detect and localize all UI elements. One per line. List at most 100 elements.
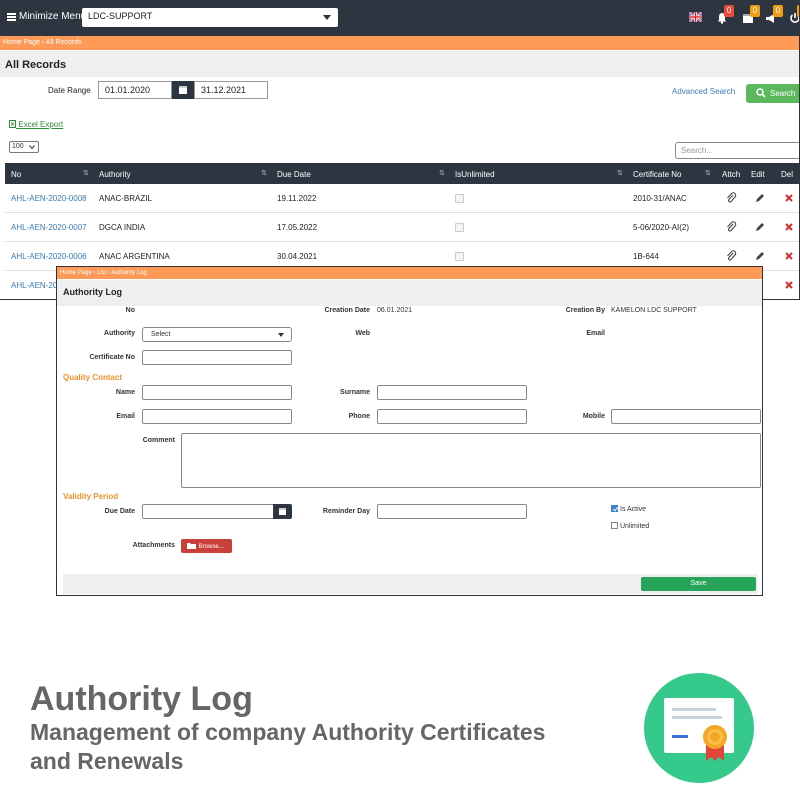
chevron-down-icon [29, 145, 35, 150]
pencil-icon[interactable] [754, 192, 766, 204]
sort-icon[interactable]: ⇅ [439, 169, 445, 177]
due-date-picker-button[interactable] [273, 504, 292, 519]
save-button[interactable]: Save [641, 577, 756, 591]
page-title: All Records [0, 51, 799, 77]
authority-select-value: Select [151, 331, 171, 338]
browse-button-label: Browse... [198, 544, 224, 550]
authority-cell: ANAC ARGENTINA [99, 252, 170, 261]
date-picker-button[interactable] [172, 81, 194, 99]
column-header-attachment: Attch [722, 170, 741, 179]
record-no-link[interactable]: AHL-AEN-20 [11, 281, 57, 290]
promo-title: Authority Log [30, 680, 253, 718]
delete-icon[interactable] [783, 250, 795, 262]
calendar-icon [179, 86, 187, 94]
paperclip-icon[interactable] [725, 250, 737, 262]
due-date-cell: 17.05.2022 [277, 223, 318, 232]
company-select[interactable]: LDC-SUPPORT [82, 8, 338, 27]
reminder-day-input[interactable] [377, 504, 527, 519]
promo-subtitle: Management of company Authority Certific… [30, 719, 546, 774]
records-window: Minimize Menu LDC-SUPPORT 0 0 0 Home Pag… [0, 0, 800, 300]
pencil-icon[interactable] [754, 250, 766, 262]
record-no-link[interactable]: AHL-AEN-2020-0008 [11, 194, 87, 203]
announcements-button[interactable]: 0 [765, 5, 783, 24]
is-active-label: Is Active [620, 506, 647, 513]
column-header-authority[interactable]: Authority [99, 170, 131, 179]
sort-icon[interactable]: ⇅ [83, 169, 89, 177]
email-top-label: Email [586, 330, 605, 337]
page-size-value: 100 [12, 143, 24, 150]
sort-icon[interactable]: ⇅ [705, 169, 711, 177]
email-label: Email [116, 413, 135, 420]
page-size-select[interactable]: 100 [9, 141, 39, 153]
certificate-no-label: Certificate No [89, 354, 135, 361]
table-row[interactable]: AHL-AEN-2020-0007 DGCA INDIA 17.05.2022 … [5, 213, 799, 242]
unlimited-checkbox[interactable]: Unlimited [611, 522, 649, 530]
phone-label: Phone [348, 413, 370, 420]
checkbox-checked-icon [611, 505, 618, 512]
comment-textarea[interactable] [181, 433, 761, 488]
column-header-due-date[interactable]: Due Date [277, 170, 311, 179]
email-input[interactable] [142, 409, 292, 424]
date-to-input[interactable]: 31.12.2021 [194, 81, 268, 99]
column-header-no[interactable]: No [11, 170, 21, 179]
search-icon [756, 88, 766, 98]
top-navbar: Minimize Menu LDC-SUPPORT 0 0 0 [0, 0, 799, 36]
search-button[interactable]: Search [746, 84, 799, 103]
table-header: No ⇅ Authority ⇅ Due Date ⇅ IsUnlimited … [5, 163, 799, 184]
sort-icon[interactable]: ⇅ [261, 169, 267, 177]
record-no-link[interactable]: AHL-AEN-2020-0006 [11, 252, 87, 261]
sort-icon[interactable]: ⇅ [617, 169, 623, 177]
power-button[interactable]: 0 [789, 5, 799, 24]
mobile-label: Mobile [582, 413, 605, 420]
authority-log-window: Home Page › List › Authority Log Authori… [56, 266, 763, 596]
column-header-certificate-no[interactable]: Certificate No [633, 170, 681, 179]
uk-flag-icon[interactable] [689, 12, 702, 22]
company-select-value: LDC-SUPPORT [88, 11, 153, 21]
isunlimited-checkbox [455, 194, 464, 203]
column-header-isunlimited[interactable]: IsUnlimited [455, 170, 495, 179]
delete-icon[interactable] [783, 279, 795, 291]
browse-button[interactable]: Browse... [181, 539, 232, 553]
minimize-menu-button[interactable]: Minimize Menu [7, 11, 86, 22]
surname-input[interactable] [377, 385, 527, 400]
surname-label: Surname [340, 389, 370, 396]
page-title: Authority Log [57, 280, 762, 306]
chevron-down-icon [323, 15, 331, 20]
comment-label: Comment [142, 437, 175, 444]
creation-by-label: Creation By [565, 307, 605, 314]
search-button-label: Search [770, 89, 796, 98]
certificate-icon [664, 698, 734, 761]
is-active-checkbox[interactable]: Is Active [611, 505, 646, 513]
certificate-no-input[interactable] [142, 350, 292, 365]
chevron-down-icon [278, 333, 284, 337]
excel-export-link[interactable]: Excel Export [9, 120, 63, 129]
excel-file-icon [9, 120, 16, 128]
calendar-tasks-button[interactable]: 0 [742, 5, 760, 24]
delete-icon[interactable] [783, 221, 795, 233]
unlimited-label: Unlimited [620, 523, 650, 530]
breadcrumb[interactable]: Home Page › All Records [0, 36, 799, 50]
reminder-day-label: Reminder Day [322, 508, 370, 515]
due-date-input[interactable] [142, 504, 274, 519]
delete-icon[interactable] [783, 192, 795, 204]
authority-label: Authority [103, 330, 135, 337]
certificate-no-cell: 1B-644 [633, 252, 659, 261]
certificate-badge [644, 673, 754, 783]
attachments-label: Attachments [132, 542, 175, 549]
breadcrumb[interactable]: Home Page › List › Authority Log [57, 267, 762, 279]
mobile-input[interactable] [611, 409, 761, 424]
table-search-input[interactable]: Search... [675, 142, 799, 159]
authority-select[interactable]: Select [142, 327, 292, 342]
advanced-search-link[interactable]: Advanced Search [672, 87, 735, 96]
paperclip-icon[interactable] [725, 192, 737, 204]
paperclip-icon[interactable] [725, 221, 737, 233]
table-row[interactable]: AHL-AEN-2020-0008 ANAC-BRAZIL 19.11.2022… [5, 184, 799, 213]
name-input[interactable] [142, 385, 292, 400]
calendar-icon [279, 508, 286, 515]
date-from-input[interactable]: 01.01.2020 [98, 81, 172, 99]
pencil-icon[interactable] [754, 221, 766, 233]
notifications-button[interactable]: 0 [716, 5, 734, 24]
record-no-link[interactable]: AHL-AEN-2020-0007 [11, 223, 87, 232]
excel-export-label: Excel Export [18, 120, 64, 129]
phone-input[interactable] [377, 409, 527, 424]
